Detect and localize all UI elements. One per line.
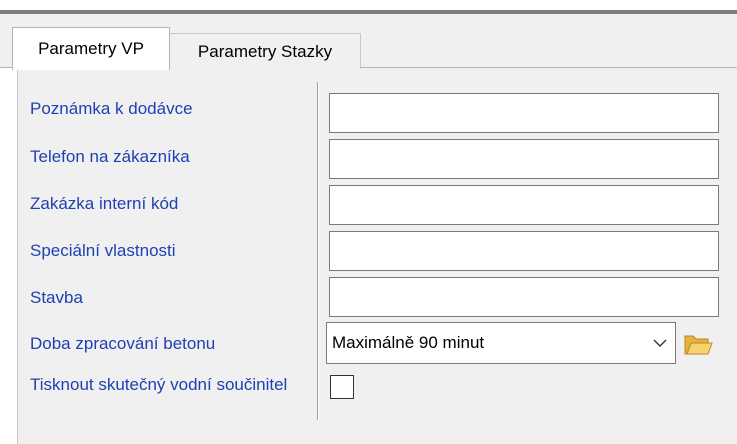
field-label-vlastnosti: Speciální vlastnosti (30, 241, 176, 260)
telefon-field[interactable] (329, 139, 719, 179)
doba-zpracovani-select[interactable]: Maximálně 90 minut (326, 322, 676, 364)
vodni-soucinitel-checkbox[interactable] (330, 375, 354, 399)
poznamka-field[interactable] (329, 93, 719, 133)
field-label-poznamka: Poznámka k dodávce (30, 99, 193, 118)
field-label-zakazka: Zakázka interní kód (30, 194, 179, 213)
zakazka-field[interactable] (329, 185, 719, 225)
field-label-telefon: Telefon na zákazníka (30, 147, 190, 166)
column-splitter[interactable] (317, 82, 319, 420)
field-label-doba: Doba zpracování betonu (30, 334, 216, 353)
folder-open-icon[interactable] (679, 325, 717, 363)
tab-parametry-vp[interactable]: Parametry VP (12, 27, 170, 70)
select-value: Maximálně 90 minut (332, 333, 485, 352)
tab-label: Parametry Stazky (197, 41, 333, 61)
chevron-down-icon[interactable] (645, 323, 675, 363)
field-label-stavba: Stavba (30, 288, 83, 307)
tab-parametry-stazky[interactable]: Parametry Stazky (169, 33, 361, 69)
field-label-vodni-soucinitel: Tisknout skutečný vodní součinitel (30, 375, 288, 394)
vlastnosti-field[interactable] (329, 231, 719, 271)
stavba-field[interactable] (329, 277, 719, 317)
tab-label: Parametry VP (38, 39, 144, 58)
